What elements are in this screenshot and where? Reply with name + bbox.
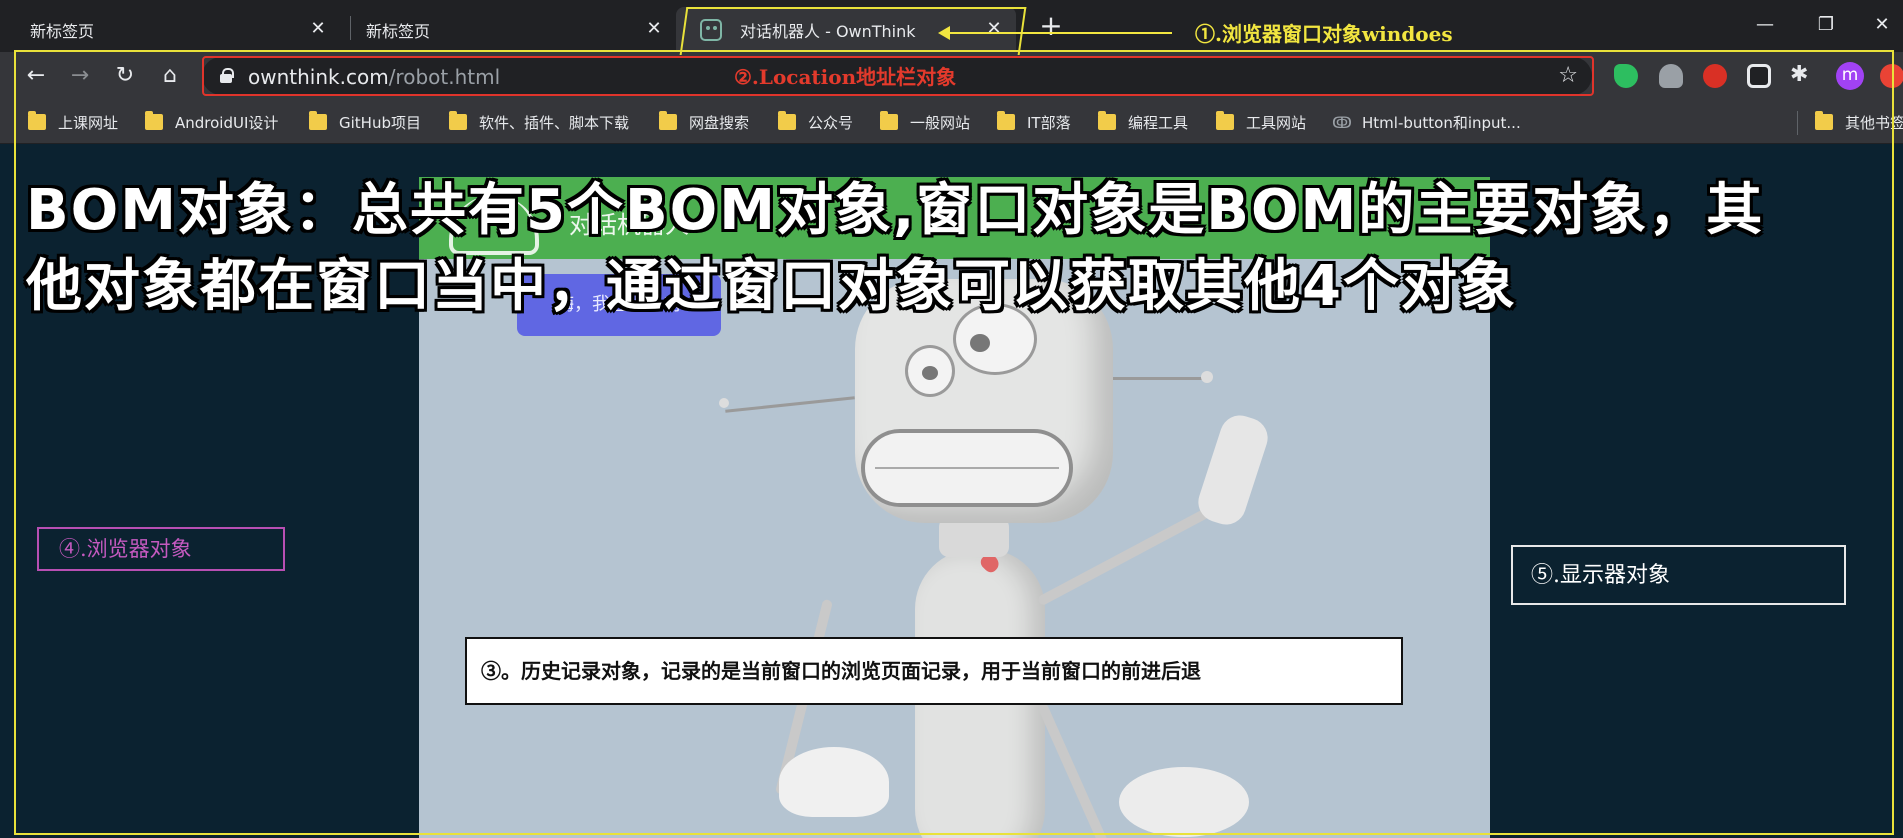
bookmark-label: 其他书签 bbox=[1845, 114, 1903, 132]
bookmark-item[interactable]: 一般网站 bbox=[880, 111, 971, 134]
bookmarks-bar: 上课网址 AndroidUI设计 GitHub项目 软件、插件、脚本下载 网盘搜… bbox=[0, 100, 1903, 144]
browser-window: 新标签页 ✕ 新标签页 ✕ 对话机器人 - OwnThink ✕ + — ❐ ✕… bbox=[0, 0, 1903, 838]
bookmark-label: AndroidUI设计 bbox=[175, 114, 279, 132]
lock-icon[interactable] bbox=[220, 68, 234, 83]
forward-button[interactable]: → bbox=[66, 62, 94, 90]
tab-label: 新标签页 bbox=[30, 21, 95, 41]
annotation-arrow bbox=[938, 26, 1172, 40]
navigator-object-label: ④.浏览器对象 bbox=[37, 527, 285, 571]
bookmark-label: GitHub项目 bbox=[339, 114, 421, 132]
folder-icon bbox=[1216, 111, 1234, 130]
tab-label: 新标签页 bbox=[366, 21, 431, 41]
robot-antenna-knob bbox=[1201, 371, 1213, 383]
profile-avatar[interactable]: m bbox=[1836, 62, 1864, 90]
cloud-extension-icon[interactable] bbox=[1659, 64, 1683, 88]
folder-icon bbox=[309, 111, 327, 130]
bookmark-label: IT部落 bbox=[1027, 114, 1071, 132]
folder-icon bbox=[1815, 111, 1833, 130]
extensions-puzzle-icon[interactable]: ✱ bbox=[1790, 62, 1808, 87]
folder-icon bbox=[880, 111, 898, 130]
folder-icon bbox=[145, 111, 163, 130]
headline-line: BOM对象：总共有5个BOM对象,窗口对象是BOM的主要对象，其 bbox=[26, 178, 1765, 243]
glasses-extension-icon[interactable] bbox=[1747, 64, 1771, 88]
bookmark-item[interactable]: IT部落 bbox=[997, 111, 1071, 134]
tab-ownthink[interactable]: 对话机器人 - OwnThink ✕ bbox=[676, 7, 1016, 52]
adblock-hand-extension-icon[interactable] bbox=[1703, 64, 1727, 88]
bookmark-label: 软件、插件、脚本下载 bbox=[479, 114, 630, 132]
bom-headline: BOM对象：总共有5个BOM对象,窗口对象是BOM的主要对象，其 他对象都在窗口… bbox=[26, 173, 1886, 325]
url-text[interactable]: ownthink.com/robot.html bbox=[248, 65, 500, 89]
folder-icon bbox=[28, 111, 46, 130]
bookmark-item[interactable]: 网盘搜索 bbox=[659, 111, 750, 134]
minimize-button[interactable]: — bbox=[1745, 10, 1785, 40]
robot-favicon-icon bbox=[700, 19, 722, 41]
folder-icon bbox=[1098, 111, 1116, 130]
home-button[interactable]: ⌂ bbox=[156, 62, 184, 90]
folder-icon bbox=[997, 111, 1015, 130]
tab-new-2[interactable]: 新标签页 ✕ bbox=[336, 7, 676, 52]
robot-neck bbox=[939, 517, 1009, 557]
bookmark-item[interactable]: 上课网址 bbox=[28, 111, 119, 134]
robot-antenna bbox=[725, 396, 855, 413]
reload-button[interactable]: ↻ bbox=[111, 62, 139, 90]
robot-antenna bbox=[1109, 377, 1205, 380]
bookmarks-divider bbox=[1797, 111, 1798, 135]
history-object-label: ③。历史记录对象，记录的是当前窗口的浏览页面记录，用于当前窗口的前进后退 bbox=[465, 637, 1403, 705]
back-button[interactable]: ← bbox=[22, 62, 50, 90]
headline-line: 他对象都在窗口当中，通过窗口对象可以获取其他4个对象 bbox=[26, 254, 1517, 319]
bookmark-item-other[interactable]: 其他书签 bbox=[1815, 111, 1903, 134]
close-icon[interactable]: ✕ bbox=[644, 19, 664, 39]
bookmark-item[interactable]: 公众号 bbox=[778, 111, 854, 134]
bookmark-label: 网盘搜索 bbox=[689, 114, 750, 132]
screen-object-label: ⑤.显示器对象 bbox=[1511, 545, 1846, 605]
bookmark-item[interactable]: 工具网站 bbox=[1216, 111, 1307, 134]
bookmark-star-icon[interactable]: ☆ bbox=[1558, 63, 1578, 88]
tab-strip: 新标签页 ✕ 新标签页 ✕ 对话机器人 - OwnThink ✕ + — ❐ ✕ bbox=[0, 0, 1903, 52]
evernote-extension-icon[interactable] bbox=[1614, 64, 1638, 88]
bookmark-label: 编程工具 bbox=[1128, 114, 1189, 132]
folder-icon bbox=[778, 111, 796, 130]
bookmark-label: 公众号 bbox=[808, 114, 854, 132]
extension-icon[interactable] bbox=[1880, 64, 1903, 88]
robot-foot bbox=[1119, 767, 1249, 837]
bookmark-item[interactable]: 软件、插件、脚本下载 bbox=[449, 111, 630, 134]
robot-eye bbox=[905, 345, 955, 397]
robot-antenna-knob bbox=[719, 398, 729, 408]
folder-icon bbox=[659, 111, 677, 130]
location-object-label: ②.Location地址栏对象 bbox=[734, 65, 957, 89]
bookmark-label: 工具网站 bbox=[1246, 114, 1307, 132]
bookmark-label: 上课网址 bbox=[58, 114, 119, 132]
close-icon[interactable]: ✕ bbox=[984, 19, 1004, 39]
close-icon[interactable]: ✕ bbox=[308, 19, 328, 39]
tab-label: 对话机器人 - OwnThink bbox=[740, 21, 916, 41]
bookmark-label: Html-button和input... bbox=[1362, 114, 1521, 132]
page-viewport: 对话机器人 嗨，我在呢，有 BOM对象：总共有5个BOM对象,窗口对象是BOM的… bbox=[0, 145, 1903, 838]
robot-hand bbox=[1193, 410, 1273, 530]
tab-new-1[interactable]: 新标签页 ✕ bbox=[0, 7, 340, 52]
bookmark-item[interactable]: 编程工具 bbox=[1098, 111, 1189, 134]
url-host: ownthink.com bbox=[248, 65, 389, 89]
new-tab-button[interactable]: + bbox=[1036, 12, 1066, 42]
bookmark-item[interactable]: AndroidUI设计 bbox=[145, 111, 279, 134]
robot-wing bbox=[779, 747, 889, 817]
bookmark-item[interactable]: ↂ Html-button和input... bbox=[1332, 112, 1521, 134]
robot-mouth bbox=[861, 429, 1073, 507]
bookmark-item[interactable]: GitHub项目 bbox=[309, 111, 421, 134]
bookmark-label: 一般网站 bbox=[910, 114, 971, 132]
window-close-button[interactable]: ✕ bbox=[1862, 10, 1902, 40]
robot-leg bbox=[1036, 701, 1112, 838]
link-icon: ↂ bbox=[1332, 113, 1352, 132]
restore-button[interactable]: ❐ bbox=[1806, 10, 1846, 40]
url-path: /robot.html bbox=[388, 65, 501, 89]
folder-icon bbox=[449, 111, 467, 130]
window-object-label: ①.浏览器窗口对象windoes bbox=[1195, 22, 1453, 46]
